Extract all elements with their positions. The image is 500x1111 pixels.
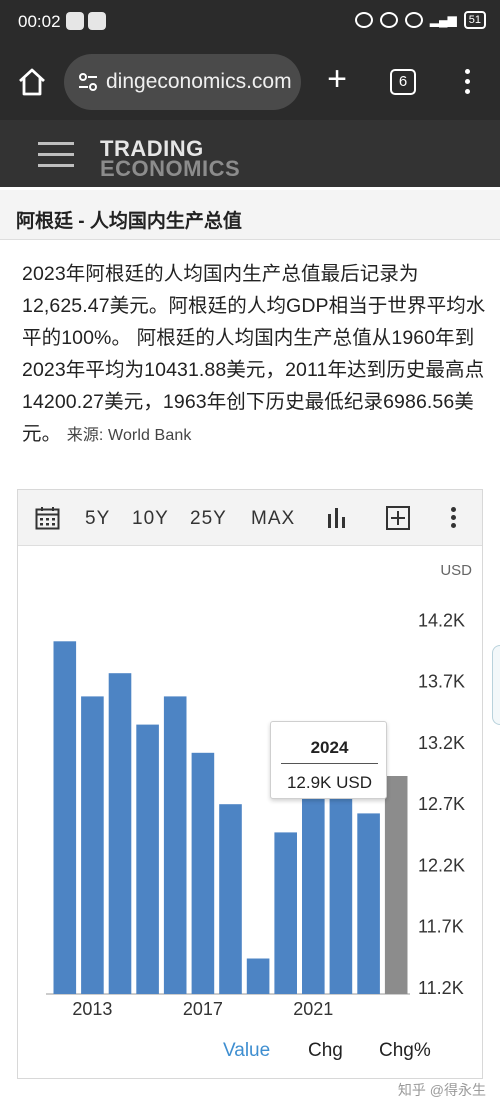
- alarm-icon: [379, 12, 398, 28]
- site-settings-icon[interactable]: [78, 72, 98, 92]
- hamburger-menu-icon[interactable]: [38, 142, 74, 168]
- bar-2021[interactable]: [302, 778, 325, 995]
- home-icon[interactable]: [16, 66, 48, 98]
- bar-2013[interactable]: [81, 696, 104, 994]
- y-tick-label: 12.2K: [418, 855, 465, 875]
- x-tick-label: 2017: [183, 999, 223, 1016]
- status-bar: 00:02 ▂▄▆ 51: [0, 0, 500, 44]
- watermark: 知乎 @得永生: [397, 1082, 486, 1098]
- tooltip-value: 12.9K USD: [286, 773, 373, 792]
- bar-2016[interactable]: [163, 696, 187, 994]
- tooltip-divider: [281, 763, 378, 764]
- chart-more-icon[interactable]: [451, 507, 457, 529]
- bar-chart: 11.2K 11.7K 12.2K 12.7K 13.2K 13.7K 14.2K 2013 2…: [46, 611, 465, 1016]
- chart-card: 5Y 10Y 25Y MAX USD 11.2K 11.7K 12.2K 12.7K 1…: [17, 489, 483, 1079]
- bar-2024[interactable]: [384, 776, 408, 994]
- add-indicator-icon[interactable]: [386, 506, 410, 530]
- range-max-button[interactable]: MAX: [251, 508, 295, 530]
- signal-icon: ▂▄▆: [429, 13, 457, 27]
- calendar-icon[interactable]: [35, 506, 60, 530]
- y-tick-label: 12.7K: [418, 794, 465, 814]
- status-right: ▂▄▆ 51: [354, 11, 486, 29]
- tooltip-year: 2024: [310, 738, 349, 757]
- logo-economics[interactable]: ECONOMICS: [100, 156, 240, 182]
- wifi-icon: [404, 12, 423, 28]
- new-tab-icon[interactable]: +: [320, 62, 354, 98]
- key-icon: [354, 12, 373, 28]
- bar-2014[interactable]: [108, 673, 132, 994]
- browser-toolbar: dingeconomics.com + 6: [0, 44, 500, 120]
- side-drawer-handle[interactable]: [492, 645, 500, 725]
- range-5y-button[interactable]: 5Y: [85, 508, 110, 530]
- bar-2015[interactable]: [136, 724, 159, 994]
- y-tick-label: 11.2K: [418, 978, 464, 998]
- y-tick-label: 13.7K: [418, 672, 465, 692]
- y-tick-label: 13.2K: [418, 733, 465, 753]
- tab-switcher-button[interactable]: 6: [390, 69, 416, 95]
- bar-2012[interactable]: [53, 641, 77, 994]
- bar-2020[interactable]: [274, 832, 297, 994]
- tab-value[interactable]: Value: [223, 1040, 270, 1062]
- description: 2023年阿根廷的人均国内生产总值最后记录为12,625.47美元。阿根廷的人均…: [22, 258, 487, 452]
- notification-icons: [66, 12, 106, 30]
- bar-layer: [53, 641, 408, 995]
- page-title: 阿根廷 - 人均国内生产总值: [16, 211, 242, 232]
- chart-toolbar: 5Y 10Y 25Y MAX: [18, 490, 482, 546]
- bar-2019[interactable]: [246, 958, 270, 995]
- app-notification-icon: [66, 12, 84, 30]
- site-header: TRADING ECONOMICS: [0, 120, 500, 187]
- y-tick-label: 11.7K: [418, 917, 464, 937]
- browser-menu-icon[interactable]: [460, 66, 474, 98]
- x-tick-label: 2021: [293, 999, 333, 1016]
- range-25y-button[interactable]: 25Y: [190, 508, 227, 530]
- chart-tooltip: 2024 12.9K USD: [270, 721, 387, 799]
- x-tick-label: 2013: [72, 999, 112, 1016]
- source-text: 来源: World Bank: [66, 427, 192, 444]
- y-tick-label: 14.2K: [418, 611, 465, 631]
- battery-icon: 51: [463, 11, 486, 29]
- url-text[interactable]: dingeconomics.com: [106, 70, 296, 94]
- range-10y-button[interactable]: 10Y: [132, 508, 169, 530]
- page-title-bar: 阿根廷 - 人均国内生产总值: [0, 190, 500, 240]
- address-bar[interactable]: dingeconomics.com: [64, 54, 301, 110]
- bar-2018[interactable]: [219, 804, 242, 994]
- bar-2022[interactable]: [329, 793, 353, 994]
- bar-2017[interactable]: [191, 752, 215, 994]
- status-time: 00:02: [18, 12, 61, 31]
- bar-2023[interactable]: [357, 813, 380, 994]
- description-text: 2023年阿根廷的人均国内生产总值最后记录为12,625.47美元。阿根廷的人均…: [22, 263, 486, 445]
- tab-chg-percent[interactable]: Chg%: [379, 1040, 431, 1062]
- chrome-notification-icon: [88, 12, 106, 30]
- bar-chart-icon[interactable]: [326, 506, 348, 528]
- tab-chg[interactable]: Chg: [308, 1040, 343, 1062]
